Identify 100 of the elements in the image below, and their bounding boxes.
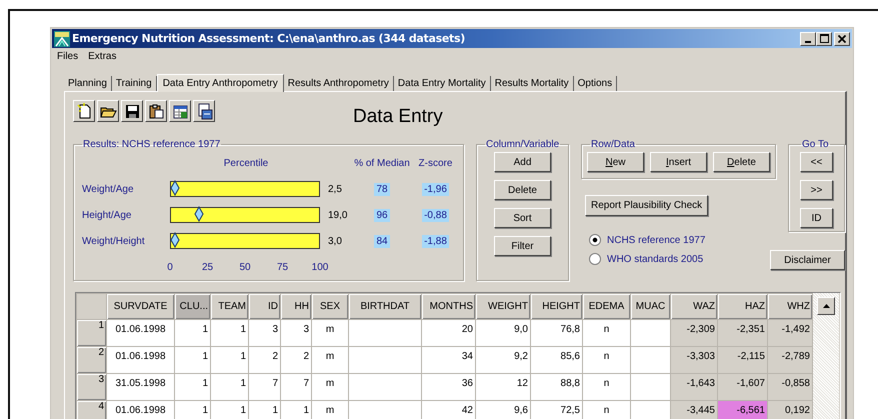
minimize-button[interactable] (800, 32, 816, 46)
column-button[interactable]: Add (494, 152, 551, 172)
percentile-value: 2,5 (327, 184, 343, 194)
column-header[interactable]: ID (248, 294, 280, 320)
table-cell: -1,492 (768, 320, 812, 346)
up-arrow-icon (822, 304, 830, 308)
column-header[interactable]: SURVDATE (106, 294, 174, 320)
table-cell: 2 (280, 346, 312, 374)
percentile-value: 3,0 (327, 236, 343, 246)
group-title: Row/Data (590, 139, 636, 150)
table-cell: 34 (422, 346, 476, 374)
row-button[interactable]: Insert (650, 152, 707, 172)
report-button[interactable]: Report Plausibility Check (585, 195, 708, 216)
table-cell: 9,2 (476, 346, 530, 374)
row-button[interactable]: Delete (713, 152, 770, 172)
table-cell: 3 (248, 320, 280, 346)
column-header[interactable]: HH (280, 294, 312, 320)
column-header[interactable]: WAZ (670, 294, 718, 320)
axis-tick-label: 100 (310, 262, 330, 272)
table-cell: 7 (248, 374, 280, 400)
table-cell: 36 (422, 374, 476, 400)
table-cell: -3,445 (670, 400, 718, 419)
column-header[interactable]: CLU... (174, 294, 210, 320)
table-cell: -1,607 (718, 374, 768, 400)
disclaimer-button[interactable]: Disclaimer (770, 250, 845, 270)
column-header[interactable]: WHZ (768, 294, 812, 320)
column-header[interactable]: SEX (312, 294, 348, 320)
table-cell: n (582, 320, 630, 346)
axis-tick-label: 75 (276, 262, 290, 272)
document-export-icon (196, 102, 212, 120)
menu-item[interactable]: Extras (88, 51, 116, 65)
table-cell: n (582, 346, 630, 374)
group-title: Results: NCHS reference 1977 (82, 139, 222, 150)
z-score-value: -1,96 (422, 182, 449, 196)
table-cell: -3,303 (670, 346, 718, 374)
group-title: Column/Variable (485, 139, 560, 150)
table-cell: 3 (280, 320, 312, 346)
row-button[interactable]: New (587, 152, 644, 172)
radio-button[interactable] (589, 234, 601, 246)
column-header[interactable]: WEIGHT (476, 294, 530, 320)
column-header[interactable]: HEIGHT (530, 294, 582, 320)
toolbar-button[interactable] (145, 100, 167, 122)
tab[interactable]: Options (574, 76, 618, 91)
table-cell: 1 (174, 320, 210, 346)
table-cell: 2 (248, 346, 280, 374)
tab[interactable]: Data Entry Anthropometry (156, 74, 284, 92)
column-header[interactable]: MONTHS (422, 294, 476, 320)
table-cell: 12 (476, 374, 530, 400)
window-title: Emergency Nutrition Assessment: C:\ena\anthro.as (344 datasets) (72, 32, 465, 45)
scroll-up-button[interactable] (817, 297, 835, 315)
row-header[interactable]: 3 (76, 374, 106, 400)
group-title: Go To (801, 139, 830, 150)
radio-label: NCHS reference 1977 (607, 234, 706, 246)
column-button[interactable]: Delete (494, 180, 551, 200)
table-cell: m (312, 346, 348, 374)
row-label: Height/Age (82, 210, 132, 220)
table-cell: -2,115 (718, 346, 768, 374)
table-cell: 20 (422, 320, 476, 346)
toolbar-button[interactable] (73, 100, 95, 122)
median-value: 96 (374, 208, 390, 222)
table-cell: 1 (210, 346, 248, 374)
navigation-button[interactable]: << (800, 152, 833, 172)
table-cell: -0,858 (768, 374, 812, 400)
spreadsheet-icon (172, 102, 188, 120)
radio-button[interactable] (589, 253, 601, 265)
toolbar-button[interactable] (193, 100, 215, 122)
column-header[interactable]: HAZ (718, 294, 768, 320)
table-cell: -2,351 (718, 320, 768, 346)
column-button[interactable]: Sort (494, 208, 551, 228)
column-header[interactable]: MUAC (630, 294, 670, 320)
table-cell: n (582, 374, 630, 400)
table-cell: 1 (174, 346, 210, 374)
maximize-button[interactable] (816, 32, 832, 46)
minimize-icon (805, 40, 811, 42)
tab[interactable]: Results Mortality (490, 76, 574, 91)
row-label: Weight/Height (82, 236, 146, 246)
row-header[interactable]: 2 (76, 346, 106, 374)
clipboard-icon (148, 102, 164, 120)
column-header[interactable]: TEAM (210, 294, 248, 320)
column-button[interactable]: Filter (494, 236, 551, 256)
axis-tick-label: 25 (200, 262, 214, 272)
close-button[interactable] (834, 32, 850, 46)
median-value: 78 (374, 182, 390, 196)
column-header[interactable]: EDEMA (582, 294, 630, 320)
z-score-value: -1,88 (422, 234, 449, 248)
toolbar-button[interactable] (169, 100, 191, 122)
row-header[interactable]: 4 (76, 400, 106, 419)
toolbar-button[interactable] (121, 100, 143, 122)
table-cell: 31.05.1998 (106, 374, 174, 400)
navigation-button[interactable]: ID (800, 208, 833, 228)
scrollbar[interactable] (813, 293, 839, 419)
navigation-button[interactable]: >> (800, 180, 833, 200)
menu-item[interactable]: Files (57, 51, 78, 65)
row-label: Weight/Age (82, 184, 135, 194)
column-header: % of Median (354, 158, 410, 168)
table-cell: 7 (280, 374, 312, 400)
toolbar-button[interactable] (97, 100, 119, 122)
row-header[interactable]: 1 (76, 320, 106, 346)
table-cell: 0,192 (768, 400, 812, 419)
column-header[interactable]: BIRTHDAT (348, 294, 422, 320)
